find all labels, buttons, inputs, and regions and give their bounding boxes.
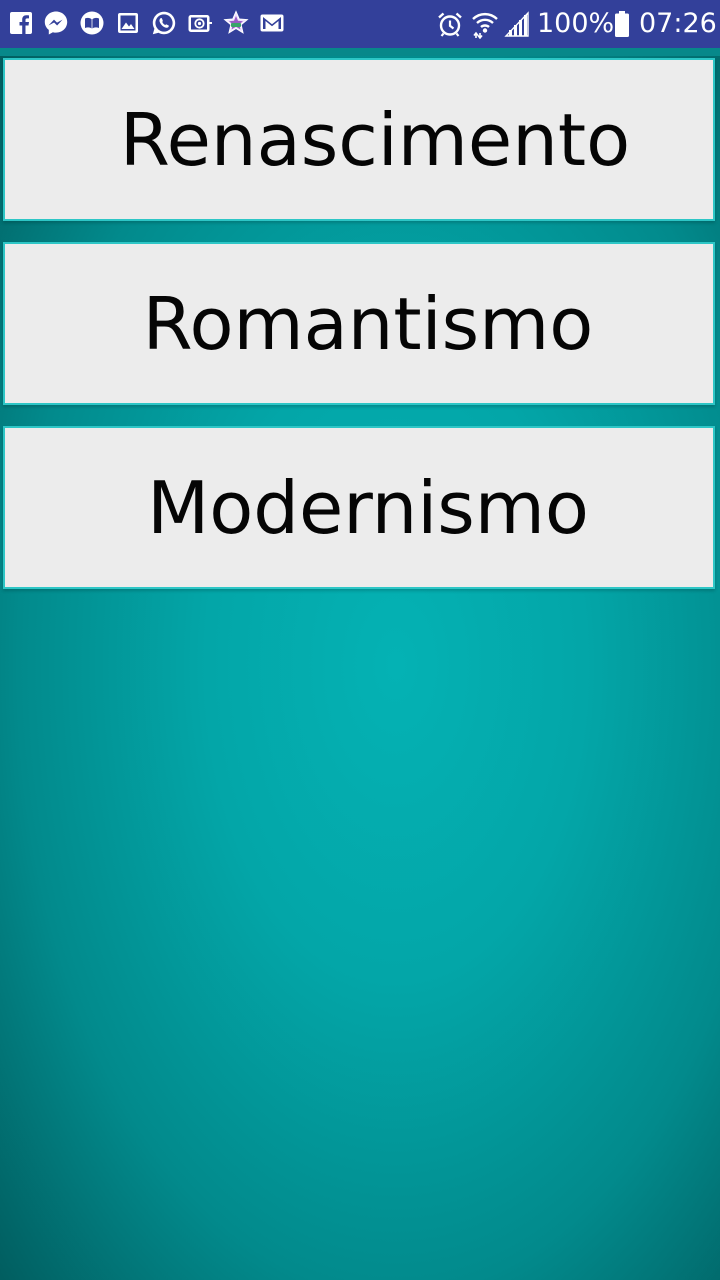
facebook-icon [8,10,34,36]
battery-icon [613,9,631,39]
modernismo-button[interactable]: Modernismo [3,426,715,589]
romantismo-label: Romantismo [142,281,594,366]
status-time: 07:26 [639,8,717,39]
whatsapp-icon [151,10,177,36]
status-bar: 100% 07:26 [0,0,720,48]
battery-percent: 100% [537,8,615,39]
messenger-icon [43,10,69,36]
reader-icon [79,10,105,36]
gmail-icon [259,10,285,36]
modernismo-label: Modernismo [147,465,589,550]
email-icon [187,10,213,36]
romantismo-button[interactable]: Romantismo [3,242,715,405]
renascimento-button[interactable]: Renascimento [3,58,715,221]
signal-icon [503,9,531,39]
wifi-icon [471,9,499,39]
star-app-icon [223,10,249,36]
app-top-divider [0,48,720,56]
renascimento-label: Renascimento [119,97,631,182]
alarm-icon [436,9,464,39]
gallery-icon [115,10,141,36]
